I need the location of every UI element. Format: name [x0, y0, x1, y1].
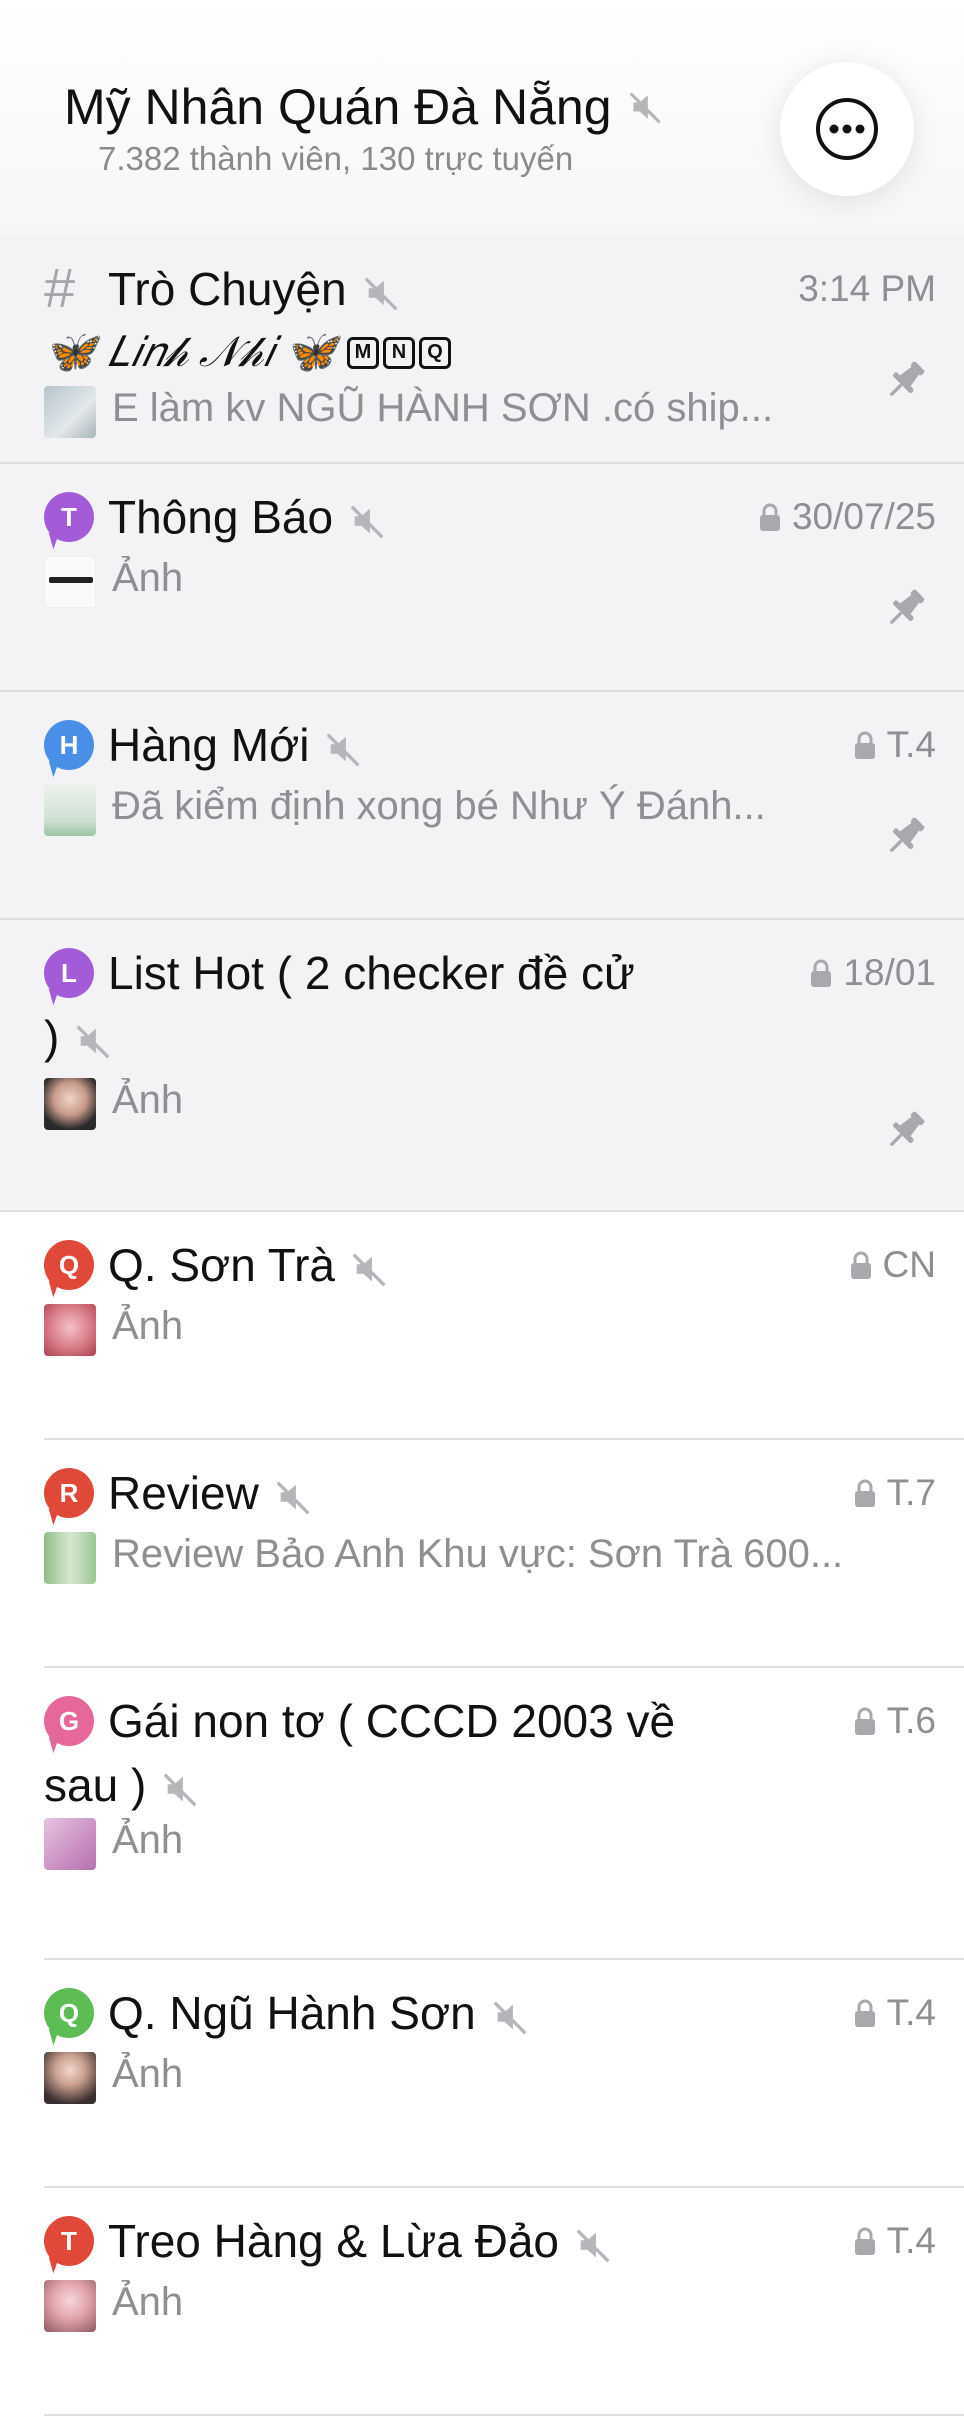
lock-icon	[758, 502, 782, 532]
message-thumbnail	[44, 1818, 96, 1870]
topic-title: Trò Chuyện	[108, 258, 401, 320]
topic-row[interactable]: R Review T.7 Review Bảo Anh Khu vực: Sơn…	[0, 1440, 964, 1666]
topic-title-continued: )	[44, 1006, 113, 1068]
group-member-count: 7.382 thành viên, 130 trực tuyến	[98, 140, 574, 177]
muted-icon	[492, 1998, 530, 2036]
muted-icon	[575, 2226, 613, 2264]
topic-letter-icon: Q	[44, 1988, 94, 2038]
message-thumbnail	[44, 1532, 96, 1584]
muted-icon	[162, 1770, 200, 1808]
topic-time: 30/07/25	[758, 496, 936, 538]
pin-icon	[882, 356, 930, 404]
message-thumbnail	[44, 784, 96, 836]
topic-letter-icon: T	[44, 2216, 94, 2266]
topic-letter-icon: T	[44, 492, 94, 542]
topic-row[interactable]: G Gái non tơ ( CCCD 2003 về sau ) T.6 Ản…	[0, 1668, 964, 1958]
ellipsis-circle-icon	[816, 98, 878, 160]
topic-time: 18/01	[809, 952, 936, 994]
hash-icon: #	[44, 256, 76, 319]
topic-letter-icon: R	[44, 1468, 94, 1518]
lock-icon	[809, 958, 833, 988]
topic-title: Review	[108, 1462, 313, 1524]
message-preview: Ảnh	[112, 2052, 184, 2096]
topic-time: CN	[849, 1244, 936, 1286]
lock-icon	[853, 2226, 877, 2256]
muted-icon	[325, 730, 363, 768]
lock-icon	[853, 1478, 877, 1508]
message-thumbnail	[44, 556, 96, 608]
topic-time: T.4	[853, 2220, 936, 2262]
topic-title: Treo Hàng & Lừa Đảo	[108, 2210, 613, 2272]
message-preview: Ảnh	[112, 2280, 184, 2324]
lock-icon	[849, 1250, 873, 1280]
sender-name: 🦋 𝐿𝑖𝑛𝒽 𝒩𝒽𝑖 🦋 M N Q	[44, 328, 452, 377]
topic-time: T.7	[853, 1472, 936, 1514]
topic-row[interactable]: H Hàng Mới T.4 Đã kiểm định xong bé Như …	[0, 692, 964, 918]
topic-title: Gái non tơ ( CCCD 2003 về	[108, 1695, 676, 1747]
pin-icon	[882, 812, 930, 860]
message-preview: E làm kv NGŨ HÀNH SƠN .có ship...	[112, 386, 774, 430]
message-preview: Đã kiểm định xong bé Như Ý Đánh...	[112, 784, 766, 828]
topic-row[interactable]: T Thông Báo 30/07/25 Ảnh	[0, 464, 964, 690]
group-header: Mỹ Nhân Quán Đà Nẵng 7.382 thành viên, 1…	[0, 0, 964, 236]
topic-time: T.4	[853, 1992, 936, 2034]
lock-icon	[853, 1706, 877, 1736]
topic-time: T.6	[853, 1700, 936, 1742]
message-preview: Ảnh	[112, 1304, 184, 1348]
topic-row[interactable]: T Treo Hàng & Lừa Đảo T.4 Ảnh	[0, 2188, 964, 2414]
muted-icon	[628, 89, 664, 125]
group-title: Mỹ Nhân Quán Đà Nẵng	[64, 79, 612, 135]
topic-row[interactable]: Q Q. Sơn Trà CN Ảnh	[0, 1212, 964, 1438]
sender-tag: N	[383, 336, 416, 369]
sender-tag: M	[347, 336, 380, 369]
topic-title: Q. Ngũ Hành Sơn	[108, 1982, 530, 2044]
lock-icon	[853, 730, 877, 760]
topic-letter-icon: L	[44, 948, 94, 998]
message-preview: Ảnh	[112, 1078, 184, 1122]
message-thumbnail	[44, 2052, 96, 2104]
group-title-row[interactable]: Mỹ Nhân Quán Đà Nẵng	[64, 78, 664, 136]
message-thumbnail	[44, 386, 96, 438]
topic-letter-icon: Q	[44, 1240, 94, 1290]
topic-title-continued: sau )	[44, 1754, 200, 1816]
muted-icon	[349, 502, 387, 540]
muted-icon	[275, 1478, 313, 1516]
message-thumbnail	[44, 1304, 96, 1356]
topic-title: Thông Báo	[108, 486, 387, 548]
muted-icon	[75, 1022, 113, 1060]
topic-row[interactable]: # Trò Chuyện 3:14 PM 🦋 𝐿𝑖𝑛𝒽 𝒩𝒽𝑖 🦋 M N Q …	[0, 236, 964, 462]
sender-tag: Q	[419, 336, 452, 369]
topic-letter-icon: G	[44, 1696, 94, 1746]
topic-time: 3:14 PM	[798, 268, 936, 309]
message-preview: Ảnh	[112, 1818, 184, 1862]
message-thumbnail	[44, 2280, 96, 2332]
topic-title: Q. Sơn Trà	[108, 1234, 389, 1296]
topic-letter-icon: H	[44, 720, 94, 770]
message-preview: Ảnh	[112, 556, 184, 600]
lock-icon	[853, 1998, 877, 2028]
topic-title: Hàng Mới	[108, 714, 363, 776]
muted-icon	[363, 274, 401, 312]
more-options-button[interactable]	[780, 62, 914, 196]
topic-row[interactable]: Q Q. Ngũ Hành Sơn T.4 Ảnh	[0, 1960, 964, 2186]
pin-icon	[882, 584, 930, 632]
message-preview: Review Bảo Anh Khu vực: Sơn Trà 600...	[112, 1532, 844, 1576]
topic-title: List Hot ( 2 checker đề cử	[108, 947, 635, 999]
row-divider	[44, 2414, 964, 2416]
topic-time: T.4	[853, 724, 936, 766]
message-thumbnail	[44, 1078, 96, 1130]
topic-row[interactable]: L List Hot ( 2 checker đề cử ) 18/01 Ảnh	[0, 920, 964, 1210]
muted-icon	[351, 1250, 389, 1288]
pin-icon	[882, 1106, 930, 1154]
